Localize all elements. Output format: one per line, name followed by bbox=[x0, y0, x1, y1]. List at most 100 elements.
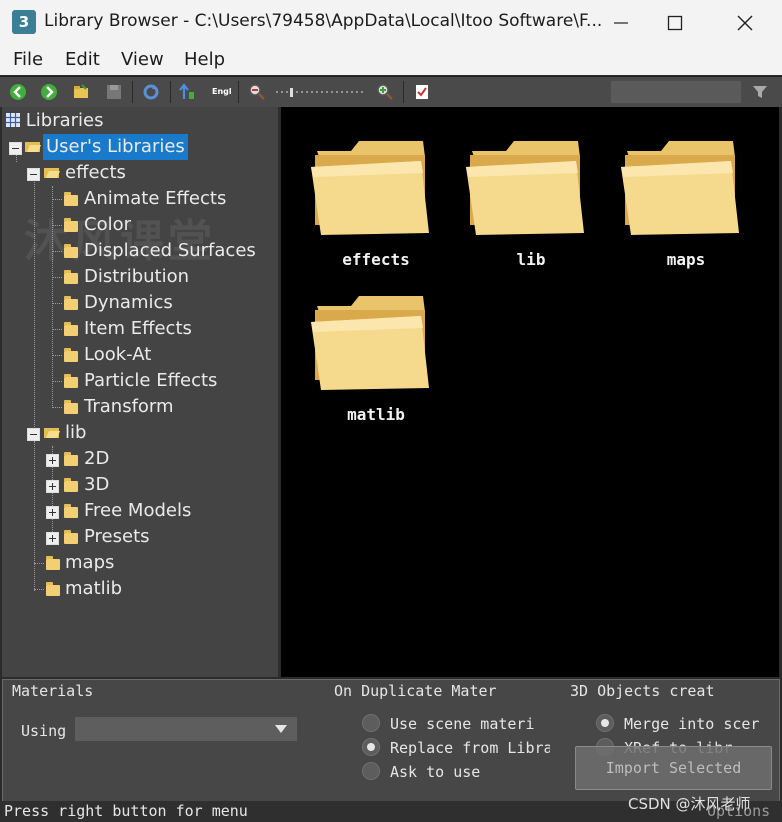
forward-icon[interactable] bbox=[40, 83, 58, 101]
toolbar-separator bbox=[403, 81, 404, 103]
tree-item-item-effects[interactable]: Item Effects bbox=[84, 316, 192, 342]
tree-item-transform[interactable]: Transform bbox=[84, 394, 174, 420]
library-tree[interactable]: Libraries User's Libraries effects Anima… bbox=[2, 107, 280, 677]
minimize-button[interactable] bbox=[598, 0, 644, 45]
close-icon bbox=[737, 15, 753, 30]
folder-icon bbox=[46, 556, 60, 570]
menu-file[interactable]: File bbox=[13, 49, 43, 70]
tree-line bbox=[52, 407, 62, 408]
radio-use-scene-label: Use scene materi bbox=[390, 715, 535, 733]
menu-help[interactable]: Help bbox=[184, 49, 225, 70]
folder-tile-effects[interactable]: effects bbox=[311, 137, 451, 287]
folder-label: maps bbox=[666, 250, 706, 269]
folder-tile-matlib[interactable]: matlib bbox=[311, 292, 451, 442]
tree-root-libraries[interactable]: Libraries bbox=[6, 108, 103, 134]
tree-item-presets[interactable]: Presets bbox=[84, 524, 150, 550]
app-icon: 3 bbox=[12, 10, 36, 34]
expand-toggle[interactable] bbox=[46, 506, 59, 519]
menu-edit[interactable]: Edit bbox=[65, 49, 100, 70]
open-folder-icon[interactable] bbox=[72, 83, 90, 101]
tree-item-matlib[interactable]: matlib bbox=[65, 576, 122, 602]
tree-item-look-at[interactable]: Look-At bbox=[84, 342, 151, 368]
using-dropdown[interactable] bbox=[75, 717, 297, 741]
maximize-icon bbox=[667, 15, 683, 30]
folder-icon bbox=[621, 141, 739, 235]
zoom-slider[interactable] bbox=[274, 85, 368, 99]
tree-item-particle-effects[interactable]: Particle Effects bbox=[84, 368, 217, 394]
close-button[interactable] bbox=[722, 0, 768, 45]
tree-line bbox=[52, 199, 62, 200]
collapse-toggle[interactable] bbox=[27, 428, 40, 441]
refresh-icon[interactable] bbox=[142, 83, 160, 101]
folder-icon bbox=[64, 348, 78, 362]
tree-item-free-models[interactable]: Free Models bbox=[84, 498, 191, 524]
tree-line bbox=[52, 355, 62, 356]
expand-toggle[interactable] bbox=[46, 532, 59, 545]
collapse-toggle[interactable] bbox=[27, 168, 40, 181]
grid-icon bbox=[6, 113, 20, 127]
import-selected-button[interactable]: Import Selected bbox=[575, 746, 772, 790]
csdn-watermark: CSDN @沐风老师 bbox=[628, 795, 751, 813]
zoom-out-icon[interactable] bbox=[248, 83, 266, 101]
expand-toggle[interactable] bbox=[46, 454, 59, 467]
zoom-in-icon[interactable] bbox=[376, 83, 394, 101]
toolbar-separator bbox=[238, 81, 239, 103]
open-folder-icon bbox=[25, 142, 41, 152]
tree-line bbox=[52, 303, 62, 304]
folder-icon bbox=[64, 530, 78, 544]
tree-line bbox=[52, 381, 62, 382]
open-folder-icon bbox=[44, 428, 60, 438]
folder-view[interactable]: effects lib maps matlib bbox=[281, 107, 779, 677]
radio-replace-from-library[interactable] bbox=[362, 738, 380, 756]
tree-item-user-libraries[interactable]: User's Libraries bbox=[43, 134, 188, 160]
folder-label: lib bbox=[516, 250, 546, 269]
tree-item-2d[interactable]: 2D bbox=[84, 446, 109, 472]
tree-item-effects[interactable]: effects bbox=[65, 160, 126, 186]
folder-icon bbox=[466, 141, 584, 235]
folder-icon bbox=[64, 504, 78, 518]
search-input[interactable] bbox=[611, 81, 741, 103]
tree-item-3d[interactable]: 3D bbox=[84, 472, 109, 498]
maximize-button[interactable] bbox=[652, 0, 698, 45]
tree-item-maps[interactable]: maps bbox=[65, 550, 114, 576]
expand-toggle[interactable] bbox=[46, 480, 59, 493]
folder-icon bbox=[311, 296, 429, 390]
back-icon[interactable] bbox=[9, 83, 27, 101]
folder-label: matlib bbox=[347, 405, 405, 424]
menu-view[interactable]: View bbox=[121, 49, 164, 70]
watermark-overlay: 沐风课堂 bbox=[24, 216, 216, 267]
chevron-down-icon bbox=[275, 725, 287, 733]
folder-icon bbox=[64, 400, 78, 414]
title-bar: 3 Library Browser - C:\Users\79458\AppDa… bbox=[0, 0, 782, 45]
language-label[interactable]: Engl bbox=[212, 87, 232, 96]
menu-bar: File Edit View Help bbox=[0, 45, 782, 75]
tree-line bbox=[34, 589, 44, 590]
toolbar-separator bbox=[132, 81, 133, 103]
duplicate-group-label: On Duplicate Mater bbox=[334, 682, 497, 700]
folder-icon bbox=[311, 141, 429, 235]
save-icon[interactable] bbox=[105, 83, 123, 101]
radio-use-scene[interactable] bbox=[362, 714, 380, 732]
radio-merge-into-scene[interactable] bbox=[596, 714, 614, 732]
folder-label: effects bbox=[342, 250, 410, 269]
folder-tile-lib[interactable]: lib bbox=[466, 137, 606, 287]
folder-icon bbox=[64, 374, 78, 388]
using-label: Using bbox=[21, 722, 67, 740]
radio-replace-label: Replace from Libra bbox=[390, 739, 550, 757]
folder-icon bbox=[64, 322, 78, 336]
tree-item-dynamics[interactable]: Dynamics bbox=[84, 290, 173, 316]
radio-ask-to-use[interactable] bbox=[362, 762, 380, 780]
radio-merge-label: Merge into scer bbox=[624, 715, 759, 733]
tree-line bbox=[52, 329, 62, 330]
folder-icon bbox=[64, 270, 78, 284]
radio-ask-label: Ask to use bbox=[390, 763, 481, 781]
collapse-toggle[interactable] bbox=[9, 142, 22, 155]
tree-item-lib[interactable]: lib bbox=[65, 420, 86, 446]
filter-icon[interactable] bbox=[751, 83, 769, 101]
import-selected-label: Import Selected bbox=[605, 759, 742, 777]
folder-icon bbox=[64, 296, 78, 310]
checklist-icon[interactable] bbox=[413, 83, 431, 101]
open-folder-icon bbox=[44, 168, 60, 178]
sort-icon[interactable] bbox=[178, 83, 196, 101]
folder-tile-maps[interactable]: maps bbox=[621, 137, 761, 287]
